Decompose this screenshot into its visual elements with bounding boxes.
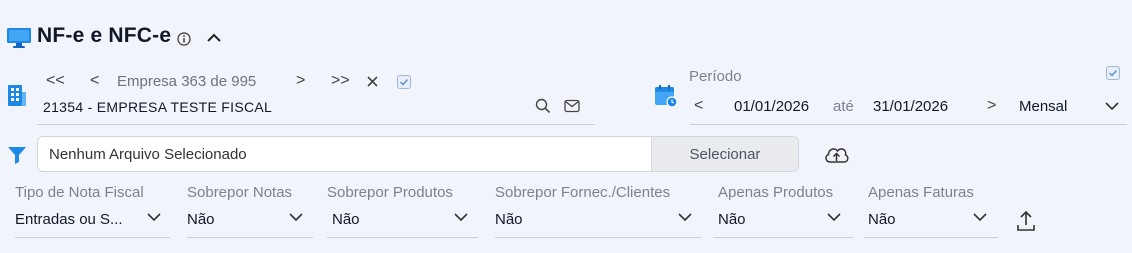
filter-underline: [495, 237, 701, 238]
filter-underline: [15, 237, 170, 238]
filter-icon: [7, 145, 27, 165]
filter-label: Sobrepor Notas: [187, 184, 293, 201]
filter-underline: [187, 237, 313, 238]
nav-first-button[interactable]: <<: [46, 72, 65, 90]
filter-underline: [327, 237, 478, 238]
chevron-down-icon[interactable]: [288, 210, 304, 228]
calendar-icon: [654, 84, 678, 108]
building-icon: [7, 83, 27, 107]
company-checkbox[interactable]: [397, 75, 411, 89]
info-icon[interactable]: [177, 32, 191, 46]
period-end-input[interactable]: 31/01/2026: [873, 98, 948, 115]
filter-apenas-faturas[interactable]: Apenas Faturas Não: [864, 184, 998, 238]
filter-sobrepor-fornec[interactable]: Sobrepor Fornec./Clientes Não: [495, 184, 701, 238]
period-underline: [690, 124, 1127, 125]
chevron-down-icon[interactable]: [453, 210, 469, 228]
filter-sobrepor-produtos[interactable]: Sobrepor Produtos Não: [327, 184, 478, 238]
upload-icon[interactable]: [1016, 210, 1036, 232]
filter-value[interactable]: Não: [718, 211, 746, 228]
nav-last-button[interactable]: >>: [331, 72, 350, 90]
filter-value[interactable]: Entradas ou S...: [15, 211, 123, 228]
period-prev-button[interactable]: <: [694, 97, 703, 115]
filter-apenas-produtos[interactable]: Apenas Produtos Não: [713, 184, 853, 238]
chevron-down-icon[interactable]: [677, 210, 693, 228]
mail-icon[interactable]: [564, 99, 580, 113]
chevron-down-icon[interactable]: [1104, 99, 1120, 111]
chevron-down-icon[interactable]: [146, 210, 162, 228]
search-icon[interactable]: [535, 98, 551, 114]
filter-label: Sobrepor Fornec./Clientes: [495, 184, 671, 201]
period-start-input[interactable]: 01/01/2026: [734, 98, 809, 115]
filter-sobrepor-notas[interactable]: Sobrepor Notas Não: [187, 184, 313, 238]
filter-label: Sobrepor Produtos: [327, 184, 453, 201]
cloud-upload-icon[interactable]: [823, 144, 850, 166]
chevron-down-icon[interactable]: [826, 210, 842, 228]
period-mode-select[interactable]: Mensal: [1019, 98, 1067, 115]
file-input[interactable]: Nenhum Arquivo Selecionado Selecionar: [37, 136, 799, 172]
monitor-icon: [7, 27, 31, 49]
filter-tipo-nota[interactable]: Tipo de Nota Fiscal Entradas ou S...: [15, 184, 170, 238]
nav-next-button[interactable]: >: [296, 72, 305, 90]
company-position: Empresa 363 de 995: [117, 73, 257, 90]
filter-label: Tipo de Nota Fiscal: [15, 184, 144, 201]
filter-value[interactable]: Não: [187, 211, 215, 228]
filter-underline: [713, 237, 853, 238]
close-icon[interactable]: [366, 75, 379, 88]
period-label: Período: [689, 68, 742, 85]
period-separator: até: [833, 98, 854, 115]
file-name-text: Nenhum Arquivo Selecionado: [49, 145, 247, 163]
chevron-up-icon[interactable]: [205, 31, 223, 45]
filter-value[interactable]: Não: [332, 211, 360, 228]
company-select[interactable]: 21354 - EMPRESA TESTE FISCAL: [43, 99, 272, 115]
filter-label: Apenas Produtos: [718, 184, 834, 201]
nav-prev-button[interactable]: <: [90, 72, 99, 90]
select-file-button[interactable]: Selecionar: [651, 137, 798, 171]
filter-value[interactable]: Não: [868, 211, 896, 228]
period-checkbox[interactable]: [1106, 66, 1120, 80]
filter-label: Apenas Faturas: [868, 184, 974, 201]
company-underline: [37, 124, 595, 125]
filter-value[interactable]: Não: [495, 211, 523, 228]
period-next-button[interactable]: >: [987, 97, 996, 115]
page-title: NF-e e NFC-e: [37, 24, 172, 47]
filter-underline: [864, 237, 998, 238]
chevron-down-icon[interactable]: [972, 210, 988, 228]
